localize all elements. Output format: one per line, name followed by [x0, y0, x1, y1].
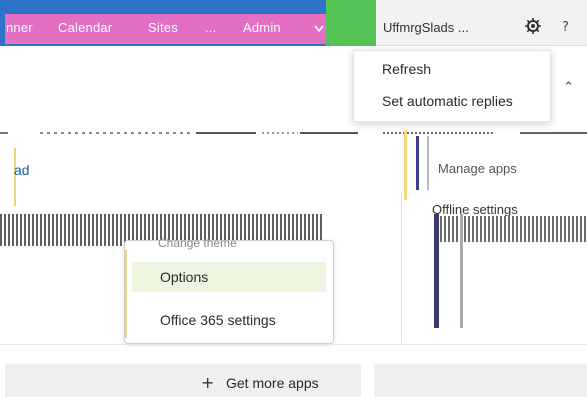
column-divider: [427, 136, 429, 190]
chevron-down-icon[interactable]: [314, 25, 324, 33]
nav-green-region: [326, 0, 376, 46]
column-divider: [416, 136, 419, 190]
manage-apps-link[interactable]: Manage apps: [438, 161, 517, 176]
menu-accent-line: [125, 250, 127, 338]
get-more-apps-label[interactable]: Get more apps: [226, 375, 319, 391]
nav-item-sites[interactable]: Sites: [148, 20, 178, 35]
user-name[interactable]: UffmrgSlads ...: [383, 20, 469, 35]
nav-item-admin[interactable]: Admin: [243, 20, 281, 35]
menu-item-change-theme[interactable]: Change theme: [158, 236, 237, 250]
panel-divider: [460, 214, 463, 328]
nav-item-more[interactable]: ...: [205, 20, 216, 35]
menu-item-automatic-replies[interactable]: Set automatic replies: [382, 93, 513, 109]
nav-item-planner[interactable]: nner: [6, 20, 33, 35]
help-icon[interactable]: ?: [562, 20, 576, 36]
panel-divider: [434, 214, 439, 328]
menu-item-office-365-settings[interactable]: Office 365 settings: [160, 312, 276, 328]
divider-segment: [196, 132, 256, 134]
divider-segment: [520, 132, 587, 134]
column-accent-line: [404, 130, 407, 200]
divider-segment: [0, 132, 8, 134]
gear-icon[interactable]: [525, 18, 541, 34]
bottom-bar-right: [374, 364, 587, 397]
divider-segment: [40, 132, 190, 134]
settings-dropdown: Refresh Set automatic replies: [353, 50, 551, 122]
settings-menu: [124, 240, 334, 344]
divider-segment: [262, 132, 298, 134]
divider-segment: [300, 132, 358, 134]
menu-item-refresh[interactable]: Refresh: [382, 61, 431, 77]
divider-segment: [383, 132, 493, 134]
menu-item-options[interactable]: Options: [160, 269, 208, 285]
bottom-divider: [0, 344, 587, 345]
offline-settings-link[interactable]: Offline settings: [432, 202, 518, 217]
nav-item-calendar[interactable]: Calendar: [58, 20, 112, 35]
chevron-up-double-icon[interactable]: ⌃: [563, 80, 574, 95]
plus-icon[interactable]: +: [201, 373, 214, 392]
left-panel-link[interactable]: ad: [14, 162, 30, 178]
